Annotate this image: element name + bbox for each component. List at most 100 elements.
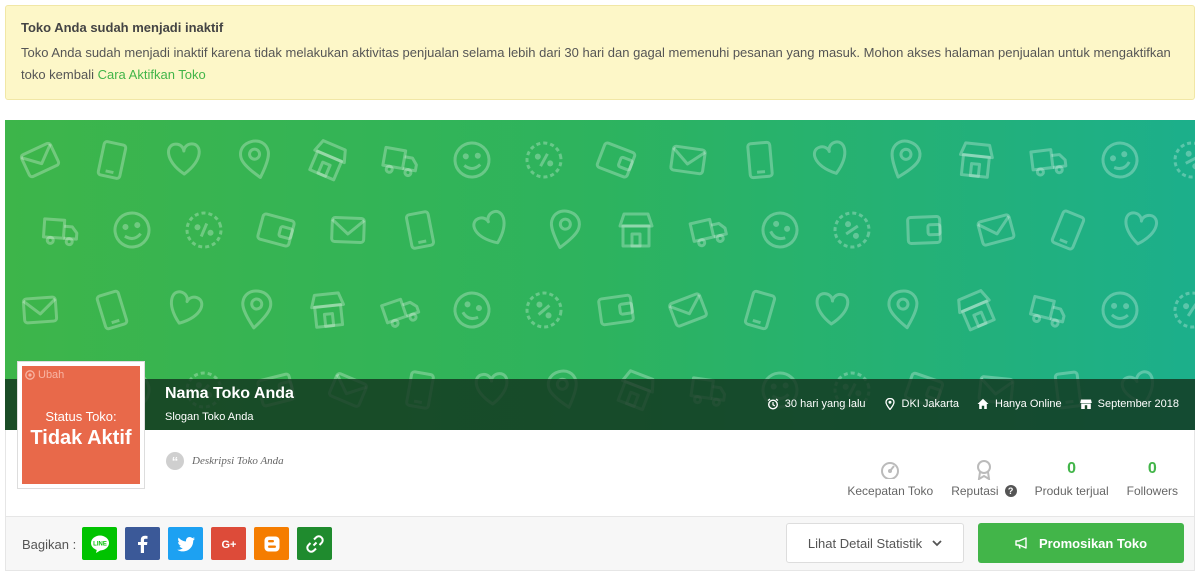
alarm-clock-icon [767, 398, 779, 410]
pattern-icon [1121, 210, 1160, 248]
pattern-icon [594, 140, 638, 180]
line-icon: LINE [90, 535, 109, 553]
pattern-icon [41, 217, 80, 247]
pattern-icon [305, 137, 351, 183]
pattern-icon [308, 290, 348, 330]
pattern-icon [743, 289, 777, 331]
camera-icon [25, 370, 35, 380]
pattern-icon [883, 135, 925, 184]
meta-joined-text: September 2018 [1097, 398, 1179, 410]
pattern-icon [1029, 146, 1069, 178]
pattern-icon [1027, 294, 1069, 330]
shop-meta: 30 hari yang lalu DKI Jakarta Hanya Onli… [767, 398, 1179, 410]
speedometer-icon [880, 460, 900, 480]
pattern-icon [380, 145, 420, 179]
edit-avatar-label: Ubah [38, 369, 65, 381]
pattern-icon [596, 293, 636, 327]
share-buttons: LINE G+ [82, 527, 332, 560]
stat-followers: 0 Followers [1127, 460, 1178, 498]
pattern-icon [544, 206, 584, 253]
pattern-icon [1169, 137, 1195, 183]
pattern-icon [667, 291, 709, 329]
meta-joined: September 2018 [1079, 398, 1179, 410]
stat-speed: Kecepatan Toko [847, 460, 933, 498]
pattern-icon [830, 208, 874, 252]
pattern-icon [885, 287, 923, 332]
facebook-icon [137, 535, 147, 553]
pattern-icon [95, 289, 129, 331]
activate-shop-link[interactable]: Cara Aktifkan Toko [98, 67, 206, 82]
meta-shop-type-text: Hanya Online [995, 398, 1062, 410]
meta-location: DKI Jakarta [884, 398, 959, 410]
pattern-icon [330, 215, 366, 245]
shop-status-tile: Ubah Status Toko: Tidak Aktif [22, 366, 140, 484]
copy-link-button[interactable] [297, 527, 332, 560]
svg-text:G+: G+ [221, 539, 236, 551]
pattern-icon [524, 290, 564, 330]
shop-description: “ Deskripsi Toko Anda [166, 452, 284, 470]
pattern-icon [906, 214, 942, 246]
medal-icon [976, 460, 992, 480]
pattern-icon [1096, 136, 1144, 184]
pattern-icon [975, 212, 1017, 248]
pattern-icon [1170, 288, 1195, 332]
alert-title: Toko Anda sudah menjadi inaktif [21, 20, 224, 35]
stat-followers-label: Followers [1126, 484, 1178, 498]
pattern-icon [746, 140, 774, 180]
pattern-icon [380, 293, 423, 330]
share-label: Bagikan : [22, 537, 77, 552]
pattern-icon [956, 140, 996, 180]
meta-shop-type: Hanya Online [977, 398, 1062, 410]
share-line-button[interactable]: LINE [82, 527, 117, 560]
edit-avatar-badge[interactable]: Ubah [25, 369, 64, 381]
alert-message: Toko Anda sudah menjadi inaktif karena t… [21, 42, 1179, 86]
stat-products-sold-label: Produk terjual [1034, 484, 1109, 498]
status-label: Status Toko: [45, 408, 117, 424]
pattern-icon [238, 287, 274, 332]
pattern-icon [521, 137, 567, 183]
promote-shop-label: Promosikan Toko [1038, 535, 1148, 551]
link-icon [305, 534, 324, 553]
pattern-icon [452, 140, 492, 180]
location-pin-icon [884, 398, 895, 410]
shop-stats: Kecepatan Toko Reputasi ? 0 Produk terju… [847, 460, 1178, 498]
shop-avatar[interactable]: Ubah Status Toko: Tidak Aktif [17, 361, 145, 489]
home-icon [977, 398, 989, 409]
help-icon[interactable]: ? [1004, 485, 1017, 497]
shop-info-bar: Nama Toko Anda Slogan Toko Anda 30 hari … [5, 379, 1195, 430]
view-statistics-button[interactable]: Lihat Detail Statistik [786, 523, 964, 563]
meta-last-online: 30 hari yang lalu [767, 398, 866, 410]
promote-shop-button[interactable]: Promosikan Toko [978, 523, 1184, 563]
twitter-icon [176, 536, 195, 551]
share-twitter-button[interactable] [168, 527, 203, 560]
shop-profile-body: “ Deskripsi Toko Anda Kecepatan Toko Rep… [5, 430, 1195, 516]
pattern-icon [255, 211, 297, 249]
status-value: Tidak Aktif [30, 426, 132, 449]
pattern-icon [1049, 208, 1087, 252]
google-plus-icon: G+ [221, 539, 236, 551]
pattern-icon [668, 144, 708, 176]
shop-storefront-icon [1079, 399, 1092, 409]
pattern-icon [180, 206, 228, 254]
share-blogger-button[interactable] [254, 527, 289, 560]
share-facebook-button[interactable] [125, 527, 160, 560]
pattern-icon [449, 287, 495, 333]
stat-reputation-label: Reputasi ? [951, 484, 1017, 498]
quote-icon: “ [166, 452, 184, 470]
pattern-icon [756, 206, 804, 254]
shop-slogan: Slogan Toko Anda [165, 411, 254, 423]
pattern-icon [814, 291, 850, 327]
chevron-down-icon [932, 540, 942, 547]
pattern-icon [111, 209, 153, 251]
stat-products-sold: 0 Produk terjual [1035, 460, 1109, 498]
pattern-icon [21, 295, 59, 325]
stat-products-sold-value: 0 [1067, 460, 1077, 477]
pattern-icon [236, 136, 276, 183]
inactive-alert: Toko Anda sudah menjadi inaktif Toko And… [5, 5, 1195, 100]
pattern-icon [166, 142, 202, 176]
pattern-icon [810, 138, 853, 180]
meta-last-online-text: 30 hari yang lalu [784, 398, 866, 410]
share-google-plus-button[interactable]: G+ [211, 527, 246, 560]
shop-footer: Bagikan : LINE G+ Lihat Detail Statistik… [5, 516, 1195, 571]
pattern-icon [618, 212, 654, 248]
